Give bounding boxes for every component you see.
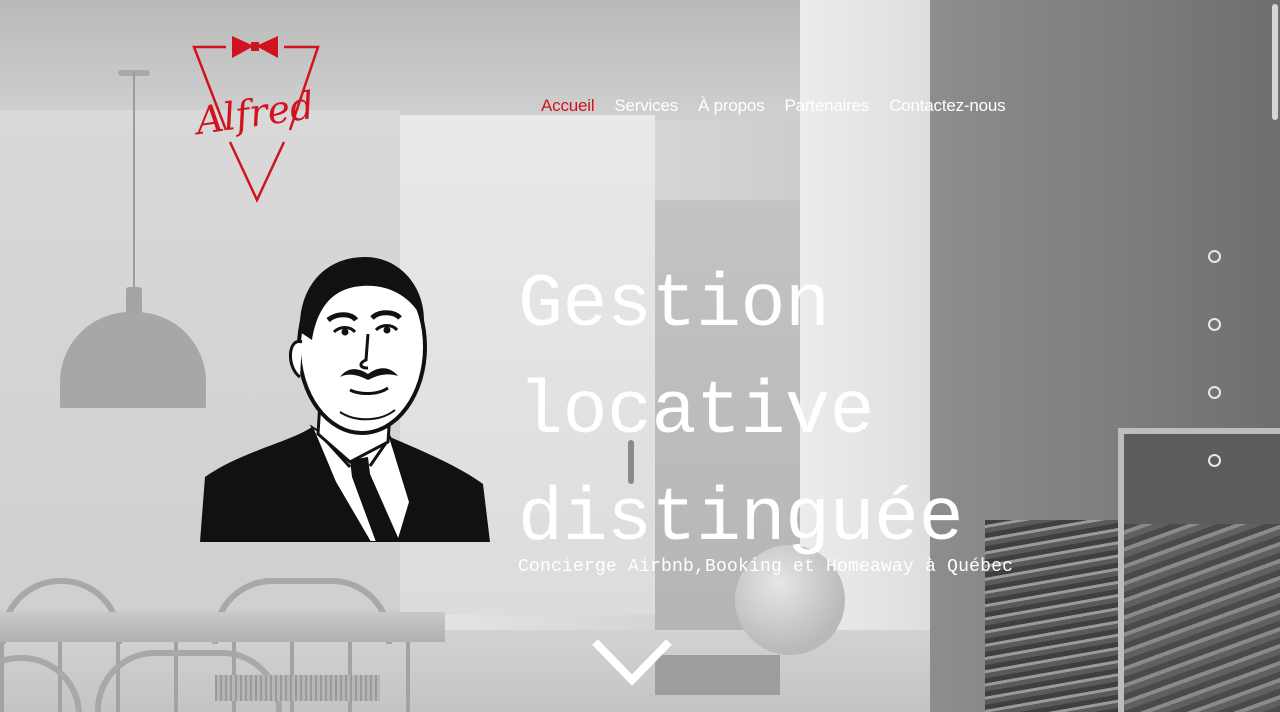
section-dot-4[interactable] bbox=[1208, 454, 1221, 467]
alfred-logo[interactable]: Alfred bbox=[190, 30, 322, 205]
section-dot-3[interactable] bbox=[1208, 386, 1221, 399]
hero-title-line: locative bbox=[518, 370, 875, 455]
nav-item-accueil[interactable]: Accueil bbox=[541, 96, 595, 116]
page-scrollbar[interactable] bbox=[1270, 0, 1280, 712]
section-pagination bbox=[1208, 250, 1221, 522]
scrollbar-thumb[interactable] bbox=[1272, 4, 1278, 120]
main-nav: Accueil Services À propos Partenaires Co… bbox=[541, 96, 1006, 116]
nav-item-partenaires[interactable]: Partenaires bbox=[784, 96, 869, 116]
hero-subtitle: Concierge Airbnb,Booking et Homeaway à Q… bbox=[518, 557, 1014, 577]
section-dot-1[interactable] bbox=[1208, 250, 1221, 263]
nav-item-a-propos[interactable]: À propos bbox=[698, 96, 765, 116]
butler-illustration bbox=[200, 252, 490, 543]
hero-title: Gestion locative distinguée bbox=[518, 252, 964, 573]
chevron-down-icon[interactable] bbox=[591, 636, 673, 688]
logo-wordmark: Alfred bbox=[190, 83, 317, 144]
nav-item-services[interactable]: Services bbox=[614, 96, 678, 116]
section-dot-2[interactable] bbox=[1208, 318, 1221, 331]
hero-title-line: Gestion bbox=[518, 263, 830, 348]
nav-item-contactez-nous[interactable]: Contactez-nous bbox=[889, 96, 1005, 116]
